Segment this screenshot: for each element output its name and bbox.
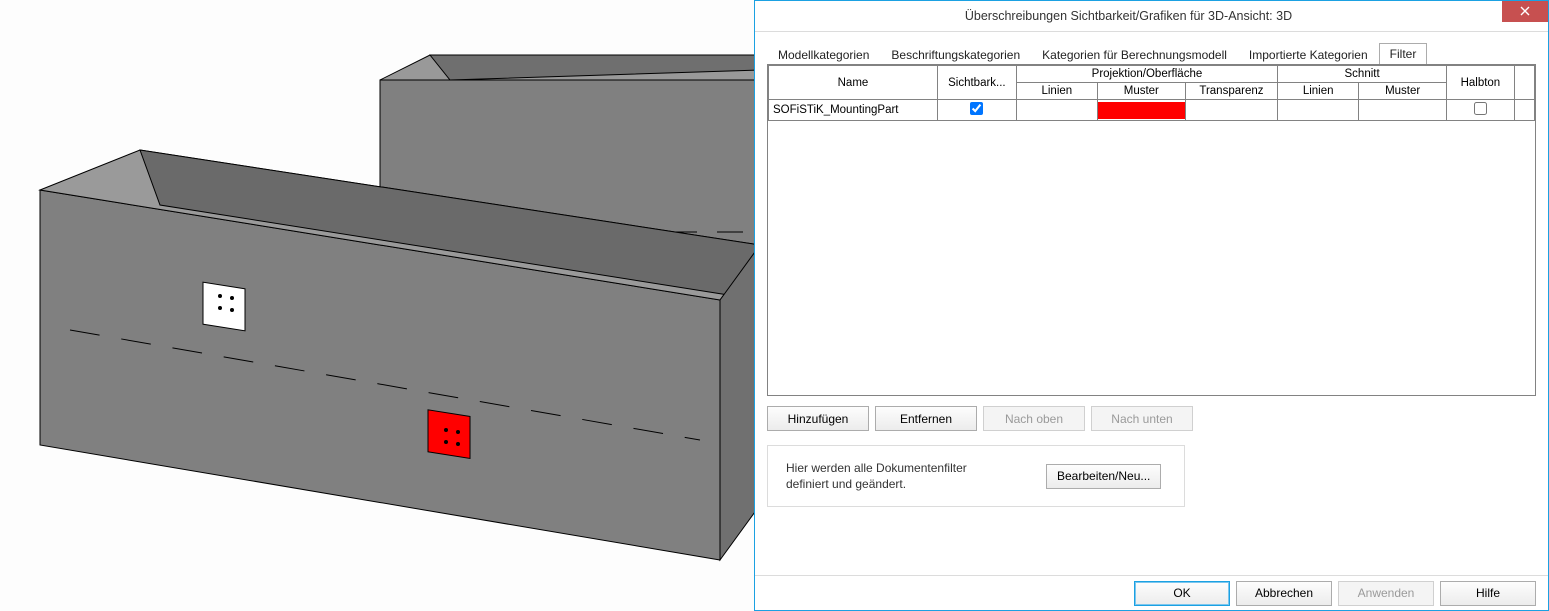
filter-table: Name Sichtbark... Projektion/Oberfläche … xyxy=(768,65,1535,121)
filter-buttons-row: Hinzufügen Entfernen Nach oben Nach unte… xyxy=(767,406,1536,431)
th-cut-pattern[interactable]: Muster xyxy=(1359,83,1447,100)
tab-analytical-categories[interactable]: Kategorien für Berechnungsmodell xyxy=(1031,44,1238,66)
table-row[interactable]: SOFiSTiK_MountingPart xyxy=(769,100,1535,121)
mounting-part-red xyxy=(428,410,470,459)
cell-name[interactable]: SOFiSTiK_MountingPart xyxy=(769,100,938,121)
add-button[interactable]: Hinzufügen xyxy=(767,406,869,431)
dialog-footer: OK Abbrechen Anwenden Hilfe xyxy=(755,575,1548,610)
ok-button[interactable]: OK xyxy=(1134,581,1230,606)
cell-proj-pattern[interactable] xyxy=(1097,100,1185,121)
move-up-button: Nach oben xyxy=(983,406,1085,431)
filter-note-text: Hier werden alle Dokumentenfilter defini… xyxy=(786,460,986,492)
tab-model-categories[interactable]: Modellkategorien xyxy=(767,44,880,66)
cell-cut-lines[interactable] xyxy=(1278,100,1359,121)
apply-button: Anwenden xyxy=(1338,581,1434,606)
cell-proj-transparency[interactable] xyxy=(1185,100,1277,121)
cell-gutter xyxy=(1514,100,1534,121)
th-proj-lines[interactable]: Linien xyxy=(1016,83,1097,100)
move-down-button: Nach unten xyxy=(1091,406,1193,431)
cell-proj-lines[interactable] xyxy=(1016,100,1097,121)
cell-cut-pattern[interactable] xyxy=(1359,100,1447,121)
th-scroll-gutter xyxy=(1514,66,1534,100)
th-proj-transparency[interactable]: Transparenz xyxy=(1185,83,1277,100)
tab-filter[interactable]: Filter xyxy=(1379,43,1428,66)
th-visibility[interactable]: Sichtbark... xyxy=(937,66,1016,100)
filter-tab-panel: Name Sichtbark... Projektion/Oberfläche … xyxy=(767,64,1536,576)
dialog-title: Überschreibungen Sichtbarkeit/Grafiken f… xyxy=(755,9,1502,23)
remove-button[interactable]: Entfernen xyxy=(875,406,977,431)
halftone-checkbox[interactable] xyxy=(1474,102,1487,115)
tabs: Modellkategorien Beschriftungskategorien… xyxy=(767,41,1536,66)
tab-imported-categories[interactable]: Importierte Kategorien xyxy=(1238,44,1379,66)
th-proj-pattern[interactable]: Muster xyxy=(1097,83,1185,100)
close-button[interactable] xyxy=(1502,1,1548,22)
titlebar[interactable]: Überschreibungen Sichtbarkeit/Grafiken f… xyxy=(755,1,1548,32)
visibility-checkbox[interactable] xyxy=(970,102,983,115)
filter-table-wrapper: Name Sichtbark... Projektion/Oberfläche … xyxy=(767,64,1536,396)
close-icon xyxy=(1520,4,1530,19)
pattern-swatch xyxy=(1098,102,1185,119)
th-cut-group: Schnitt xyxy=(1278,66,1447,83)
th-halftone[interactable]: Halbton xyxy=(1447,66,1515,100)
cell-visibility[interactable] xyxy=(937,100,1016,121)
help-button[interactable]: Hilfe xyxy=(1440,581,1536,606)
filter-note-box: Hier werden alle Dokumentenfilter defini… xyxy=(767,445,1185,507)
edit-new-button[interactable]: Bearbeiten/Neu... xyxy=(1046,464,1161,489)
cancel-button[interactable]: Abbrechen xyxy=(1236,581,1332,606)
tab-annotation-categories[interactable]: Beschriftungskategorien xyxy=(880,44,1031,66)
cell-halftone[interactable] xyxy=(1447,100,1515,121)
th-projection-group: Projektion/Oberfläche xyxy=(1016,66,1277,83)
visibility-graphics-dialog: Überschreibungen Sichtbarkeit/Grafiken f… xyxy=(754,0,1549,611)
th-name[interactable]: Name xyxy=(769,66,938,100)
mounting-part-white xyxy=(203,282,245,331)
th-cut-lines[interactable]: Linien xyxy=(1278,83,1359,100)
